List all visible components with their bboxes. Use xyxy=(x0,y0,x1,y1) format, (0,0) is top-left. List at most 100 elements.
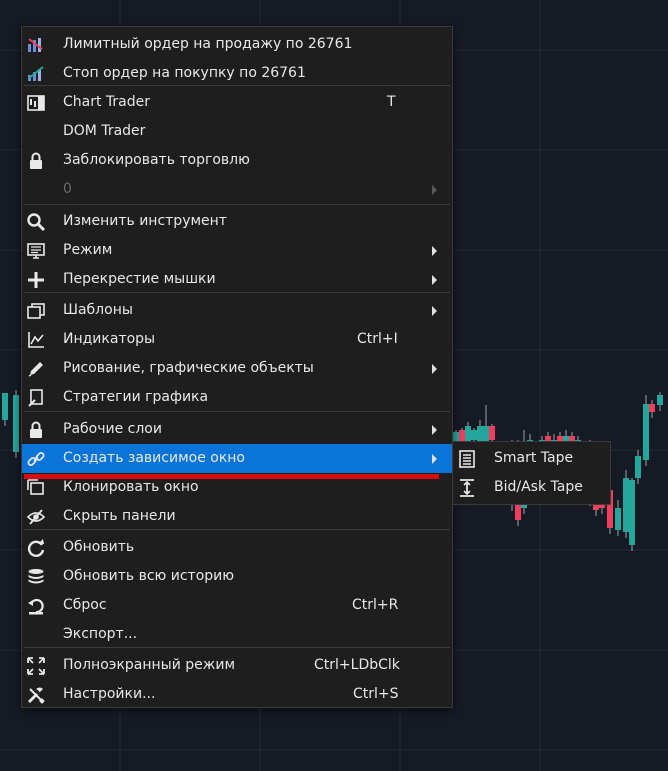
menu-item-label: Клонировать окно xyxy=(63,479,199,495)
menu-item-label: Перекрестие мышки xyxy=(63,271,216,287)
menu-item-label: Полноэкранный режим xyxy=(63,657,236,673)
pencil-icon xyxy=(28,362,43,377)
menu-item[interactable]: Изменить инструмент xyxy=(22,207,452,236)
menu-item[interactable]: Обновить всю историю xyxy=(22,562,452,591)
chart-trader-icon xyxy=(27,95,45,111)
menu-item[interactable]: Заблокировать торговлю xyxy=(22,146,452,175)
search-icon xyxy=(27,213,46,232)
red-underline-annotation xyxy=(24,474,439,479)
candle-body xyxy=(615,508,621,530)
submenu-item[interactable]: Smart Tape xyxy=(453,444,610,473)
menu-item-label: Лимитный ордер на продажу по 26761 xyxy=(63,36,353,52)
fullscreen-icon xyxy=(27,657,45,675)
menu-item-label: Сброс xyxy=(63,597,107,613)
candle-body xyxy=(2,393,8,420)
templates-icon xyxy=(27,303,45,319)
eye-off-icon xyxy=(26,509,46,525)
menu-item[interactable]: Рабочие слои xyxy=(22,415,452,444)
menu-item-label: Chart Trader xyxy=(63,94,151,110)
candle-body xyxy=(629,480,635,545)
crosshair-icon xyxy=(28,272,44,288)
menu-item[interactable]: Индикаторы Ctrl+I xyxy=(22,325,452,354)
menu-item-shortcut: T xyxy=(387,94,396,110)
menu-item[interactable]: Настройки... Ctrl+S xyxy=(22,680,452,709)
menu-item-label: Обновить xyxy=(63,539,135,555)
menu-item[interactable]: Стратегии графика xyxy=(22,383,452,412)
candle-body xyxy=(623,478,629,532)
menu-item-shortcut: Ctrl+R xyxy=(352,597,399,613)
menu-item: 0 xyxy=(22,175,452,204)
menu-item[interactable]: DOM Trader xyxy=(22,117,452,146)
menu-item[interactable]: Скрыть панели xyxy=(22,502,452,531)
submenu-item-label: Smart Tape xyxy=(494,450,574,466)
submenu-item-label: Bid/Ask Tape xyxy=(494,479,583,495)
menu-item[interactable]: Лимитный ордер на продажу по 26761 xyxy=(22,30,452,59)
clone-icon xyxy=(27,479,44,495)
menu-item[interactable]: Шаблоны xyxy=(22,296,452,325)
menu-item-label: Настройки... xyxy=(63,686,156,702)
document-icon xyxy=(459,450,475,468)
menu-item-label: Обновить всю историю xyxy=(63,568,235,584)
link-icon xyxy=(27,452,45,466)
menu-item-shortcut: Ctrl+S xyxy=(353,686,399,702)
refresh-icon xyxy=(27,539,45,557)
submenu-chevron-right-icon xyxy=(432,306,437,316)
candle-body xyxy=(657,395,663,405)
menu-item-label: Индикаторы xyxy=(63,331,156,347)
limit-sell-icon xyxy=(28,38,43,52)
lock-icon xyxy=(30,421,42,438)
dependent-window-submenu: Smart Tape Bid/Ask Tape xyxy=(452,441,611,505)
menu-item[interactable]: Обновить xyxy=(22,533,452,562)
submenu-chevron-right-icon xyxy=(432,364,437,374)
menu-item-label: Шаблоны xyxy=(63,302,133,318)
menu-item-label: Стратегии графика xyxy=(63,389,209,405)
menu-item[interactable]: Перекрестие мышки xyxy=(22,265,452,294)
submenu-chevron-right-icon xyxy=(432,246,437,256)
menu-item[interactable]: Полноэкранный режим Ctrl+LDbClk xyxy=(22,651,452,680)
menu-item[interactable]: Экспорт... xyxy=(22,620,452,649)
monitor-icon xyxy=(27,243,45,259)
bid-ask-icon xyxy=(460,479,474,497)
submenu-chevron-right-icon xyxy=(432,185,437,195)
candle-body xyxy=(489,426,495,440)
candle-body xyxy=(477,426,483,442)
indicators-icon xyxy=(28,332,44,348)
menu-item-label: Изменить инструмент xyxy=(63,213,227,229)
candle-body xyxy=(649,404,655,412)
candle-body xyxy=(483,426,489,442)
candle-body xyxy=(471,430,477,440)
menu-item-shortcut: Ctrl+I xyxy=(357,331,398,347)
menu-item-label: Режим xyxy=(63,242,113,258)
menu-item-label: Рабочие слои xyxy=(63,421,162,437)
candle-body xyxy=(643,404,649,460)
menu-item-label: 0 xyxy=(63,181,72,197)
database-icon xyxy=(28,569,44,584)
menu-item[interactable]: Режим xyxy=(22,236,452,265)
strategy-icon xyxy=(28,389,43,407)
menu-item[interactable]: Стоп ордер на покупку по 26761 xyxy=(22,59,452,88)
menu-item[interactable]: Создать зависимое окно xyxy=(22,444,452,473)
candle-body xyxy=(13,395,19,452)
menu-item-label: DOM Trader xyxy=(63,123,146,139)
menu-item-shortcut: Ctrl+LDbClk xyxy=(314,657,400,673)
submenu-chevron-right-icon xyxy=(432,275,437,285)
submenu-chevron-right-icon xyxy=(432,425,437,435)
menu-item[interactable]: Chart Trader T xyxy=(22,88,452,117)
menu-separator xyxy=(24,204,450,205)
menu-item[interactable]: Рисование, графические объекты xyxy=(22,354,452,383)
lock-icon xyxy=(30,152,42,169)
submenu-chevron-right-icon xyxy=(432,454,437,464)
reset-icon xyxy=(28,598,44,615)
menu-item-label: Стоп ордер на покупку по 26761 xyxy=(63,65,306,81)
menu-item[interactable]: Сброс Ctrl+R xyxy=(22,591,452,620)
candle-body xyxy=(635,456,641,478)
stop-buy-icon xyxy=(28,66,44,81)
menu-item-label: Создать зависимое окно xyxy=(63,450,245,466)
settings-tools-icon xyxy=(28,687,45,704)
menu-item-label: Скрыть панели xyxy=(63,508,176,524)
submenu-item[interactable]: Bid/Ask Tape xyxy=(453,473,610,502)
menu-item-label: Заблокировать торговлю xyxy=(63,152,250,168)
menu-item-label: Рисование, графические объекты xyxy=(63,360,314,376)
context-menu: Лимитный ордер на продажу по 26761 Стоп о… xyxy=(21,26,453,708)
menu-item-label: Экспорт... xyxy=(63,626,138,642)
